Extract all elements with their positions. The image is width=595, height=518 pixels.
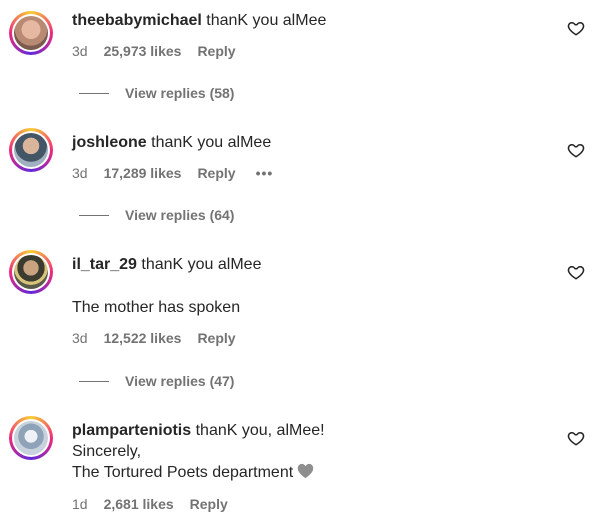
likes-count[interactable]: 17,289 likes [104,165,182,181]
comment-meta: 3d 17,289 likes Reply ••• [72,165,289,181]
comment-text: il_tar_29 thanK you alMee [72,255,261,275]
view-replies-button[interactable]: View replies (47) [79,373,234,389]
comment-body-line-2: Sincerely, [72,443,142,460]
reply-button[interactable]: Reply [197,43,235,59]
view-replies-label: View replies (47) [125,373,235,389]
heart-outline-icon[interactable] [567,19,585,37]
username[interactable]: joshleone [72,134,147,151]
grey-heart-emoji-icon [297,463,314,479]
view-replies-button[interactable]: View replies (64) [79,207,234,223]
comment-text: plamparteniotis thanK you, alMee! [72,421,325,441]
comment-body: thanK you alMee [151,134,272,151]
comment-meta: 3d 12,522 likes Reply [72,330,252,346]
more-options-icon[interactable]: ••• [256,165,274,181]
comment-meta: 3d 25,973 likes Reply [72,43,252,59]
reply-button[interactable]: Reply [190,496,228,512]
likes-count[interactable]: 2,681 likes [104,496,174,512]
avatar[interactable] [9,250,53,294]
avatar[interactable] [9,416,53,460]
divider-line [79,380,109,382]
timestamp[interactable]: 3d [72,165,88,181]
avatar[interactable] [9,128,53,172]
username[interactable]: theebabymichael [72,12,202,29]
comment-body: thanK you alMee [141,256,262,273]
reply-button[interactable]: Reply [197,165,235,181]
comment-body-line-2: The mother has spoken [72,299,241,316]
timestamp[interactable]: 3d [72,43,88,59]
likes-count[interactable]: 25,973 likes [104,43,182,59]
comment-text: theebabymichael thanK you alMee [72,11,326,31]
divider-line [79,92,109,94]
heart-outline-icon[interactable] [567,263,585,281]
timestamp[interactable]: 3d [72,330,88,346]
comment-body-line-3: The Tortured Poets department [72,463,314,483]
comment-meta: 1d 2,681 likes Reply [72,496,244,512]
divider-line [79,214,109,216]
heart-outline-icon[interactable] [567,429,585,447]
comment-text: joshleone thanK you alMee [72,133,271,153]
comment-body: thanK you alMee [206,12,327,29]
timestamp[interactable]: 1d [72,496,88,512]
comment-body-line-3-text: The Tortured Poets department [72,464,294,481]
avatar[interactable] [9,11,53,55]
likes-count[interactable]: 12,522 likes [104,330,182,346]
view-replies-label: View replies (58) [125,85,235,101]
view-replies-label: View replies (64) [125,207,235,223]
reply-button[interactable]: Reply [197,330,235,346]
view-replies-button[interactable]: View replies (58) [79,85,234,101]
username[interactable]: il_tar_29 [72,256,137,273]
heart-outline-icon[interactable] [567,141,585,159]
comment-body: thanK you, alMee! [195,422,325,439]
username[interactable]: plamparteniotis [72,422,191,439]
